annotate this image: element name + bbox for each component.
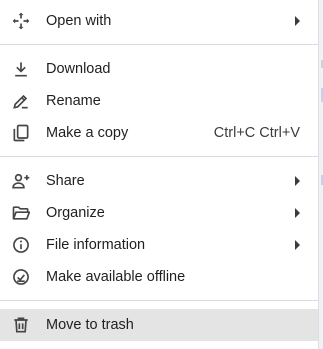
menu-item-label: Move to trash: [46, 317, 134, 333]
trash-icon: [11, 315, 31, 335]
move-arrows-icon: [11, 11, 31, 31]
submenu-arrow-icon: [295, 176, 300, 186]
menu-item-rename[interactable]: Rename: [0, 85, 318, 117]
menu-divider: [0, 156, 318, 157]
menu-item-label: File information: [46, 237, 146, 253]
person-add-icon: [11, 171, 31, 191]
menu-item-make-a-copy[interactable]: Make a copy Ctrl+C Ctrl+V: [0, 117, 318, 149]
pencil-icon: [11, 91, 31, 111]
menu-item-move-to-trash[interactable]: Move to trash: [0, 309, 318, 341]
keyboard-shortcut: Ctrl+C Ctrl+V: [213, 125, 300, 141]
menu-item-label: Open with: [46, 13, 112, 29]
background-window-edge: [318, 0, 323, 349]
menu-item-open-with[interactable]: Open with: [0, 5, 318, 37]
download-icon: [11, 59, 31, 79]
offline-check-icon: [11, 267, 31, 287]
menu-item-make-available-offline[interactable]: Make available offline: [0, 261, 318, 293]
menu-divider: [0, 44, 318, 45]
folder-open-icon: [11, 203, 31, 223]
submenu-arrow-icon: [295, 208, 300, 218]
menu-item-share[interactable]: Share: [0, 165, 318, 197]
context-menu: Open with Download Rename Make a copy Ct…: [0, 0, 318, 349]
menu-item-download[interactable]: Download: [0, 53, 318, 85]
menu-item-label: Organize: [46, 205, 105, 221]
copy-icon: [11, 123, 31, 143]
submenu-arrow-icon: [295, 240, 300, 250]
menu-item-label: Make a copy: [46, 125, 129, 141]
info-icon: [11, 235, 31, 255]
menu-item-label: Share: [46, 173, 85, 189]
menu-item-label: Make available offline: [46, 269, 186, 285]
menu-item-label: Rename: [46, 93, 101, 109]
submenu-arrow-icon: [295, 16, 300, 26]
menu-divider: [0, 300, 318, 301]
menu-item-label: Download: [46, 61, 111, 77]
menu-item-organize[interactable]: Organize: [0, 197, 318, 229]
menu-item-file-information[interactable]: File information: [0, 229, 318, 261]
